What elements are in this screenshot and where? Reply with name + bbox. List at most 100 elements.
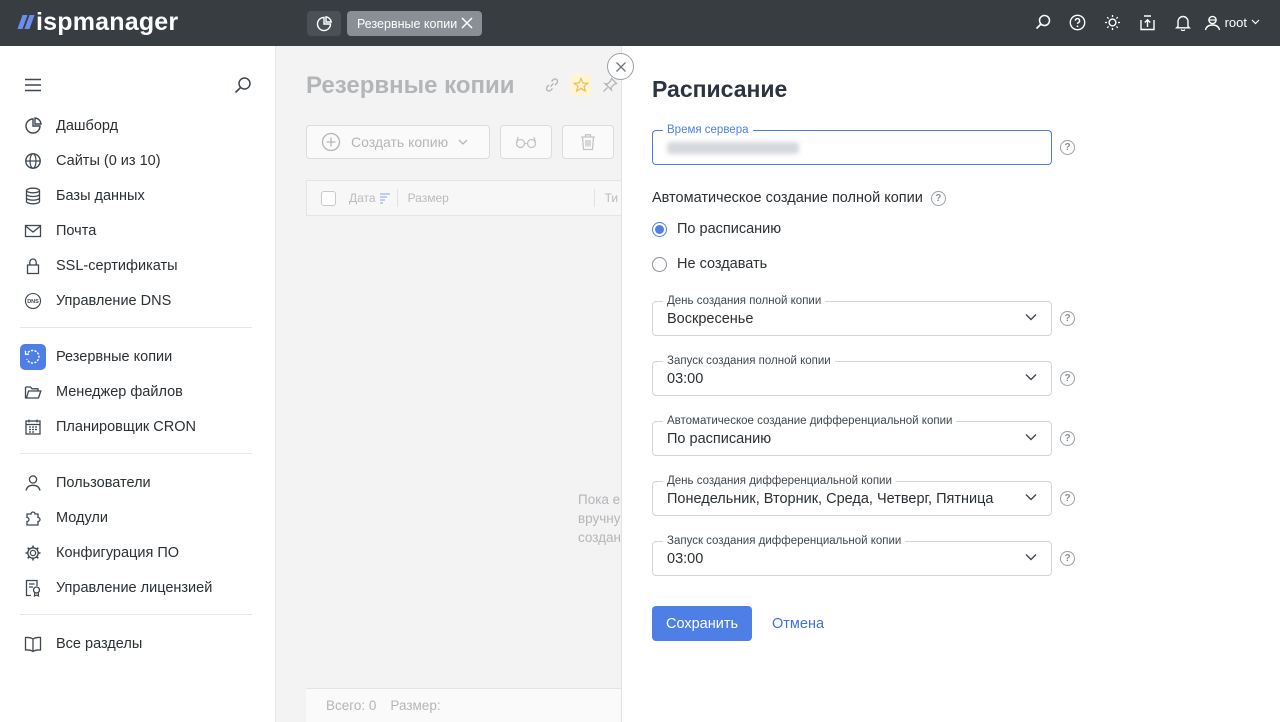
field-value: 03:00	[667, 371, 704, 387]
table-header: Дата Размер Ти	[306, 180, 621, 216]
tab-backups[interactable]: Резервные копии	[347, 11, 482, 36]
sidebar-item-label: Планировщик CRON	[56, 419, 196, 435]
sidebar-item-label: Модули	[56, 510, 108, 526]
radio-by-schedule[interactable]: По расписанию	[652, 221, 781, 237]
sidebar-item-ssl[interactable]: SSL-сертификаты	[20, 251, 260, 281]
help-icon[interactable]: ?	[1060, 491, 1075, 506]
chevron-down-icon	[1251, 19, 1260, 25]
app-logo[interactable]: ispmanager	[17, 7, 179, 36]
user-name: root	[1224, 14, 1247, 30]
field-label: День создания дифференциальной копии	[663, 474, 896, 488]
sidebar-item-license[interactable]: Управление лицензией	[20, 573, 260, 603]
lock-icon	[20, 253, 46, 279]
dns-icon: DNS	[20, 288, 46, 314]
field-label: День создания полной копии	[663, 294, 826, 308]
help-icon[interactable]: ?	[1060, 311, 1075, 326]
create-backup-label: Создать копию	[351, 134, 449, 150]
radio-dot	[652, 256, 667, 272]
field-value: 03:00	[667, 551, 704, 567]
diff-backup-auto-select[interactable]: Автоматическое создание дифференциальной…	[652, 414, 1052, 456]
sidebar-item-label: Конфигурация ПО	[56, 545, 180, 561]
folder-icon	[20, 379, 46, 405]
chevron-down-icon	[1025, 494, 1037, 501]
link-icon[interactable]	[544, 77, 560, 93]
sidebar-item-label: Резервные копии	[56, 349, 173, 365]
user-menu[interactable]: root	[1204, 14, 1260, 31]
sidebar-item-software-config[interactable]: Конфигурация ПО	[20, 538, 260, 568]
sidebar-item-dashboard[interactable]: Дашборд	[20, 111, 260, 141]
delete-button[interactable]	[562, 125, 614, 159]
sidebar-item-mail[interactable]: Почта	[20, 216, 260, 246]
sidebar-divider	[20, 327, 252, 328]
empty-state-text: Пока е вручну создан	[578, 492, 621, 545]
column-date[interactable]: Дата	[349, 191, 376, 205]
chevron-down-icon	[1025, 314, 1037, 321]
search-icon[interactable]	[1033, 12, 1053, 32]
diff-backup-time-select[interactable]: Запуск создания дифференциальной копии 0…	[652, 534, 1052, 576]
help-icon[interactable]: ?	[1060, 140, 1075, 155]
sidebar-item-file-manager[interactable]: Менеджер файлов	[20, 377, 260, 407]
close-panel-button[interactable]	[607, 53, 634, 80]
sidebar: Дашборд Сайты (0 из 10) Базы данных Почт…	[0, 46, 276, 722]
sidebar-search-icon[interactable]	[234, 76, 252, 94]
page-title: Резервные копии	[306, 72, 515, 99]
radio-do-not-create[interactable]: Не создавать	[652, 256, 767, 272]
gear-icon	[20, 540, 46, 566]
main-content: Резервные копии Создать копию Дата Разме…	[276, 46, 621, 722]
create-backup-button[interactable]: Создать копию	[306, 125, 490, 159]
field-value: Воскресенье	[667, 311, 754, 327]
sort-icon[interactable]	[379, 192, 391, 204]
favorite-star-icon[interactable]	[570, 74, 592, 96]
full-backup-time-select[interactable]: Запуск создания полной копии 03:00	[652, 354, 1052, 396]
save-button[interactable]: Сохранить	[652, 606, 752, 641]
field-value: Понедельник, Вторник, Среда, Четверг, Пя…	[667, 491, 994, 507]
logo-text: ispmanager	[36, 7, 179, 36]
radio-dot	[652, 221, 667, 237]
column-size[interactable]: Размер	[408, 191, 594, 205]
sidebar-item-cron[interactable]: Планировщик CRON	[20, 412, 260, 442]
server-time-value-blurred	[667, 142, 799, 154]
help-icon[interactable]: ?	[1060, 371, 1075, 386]
sidebar-item-label: Пользователи	[56, 475, 151, 491]
radio-by-schedule-label: По расписанию	[677, 221, 782, 237]
chevron-down-icon	[1025, 374, 1037, 381]
server-time-field[interactable]: Время сервера	[652, 123, 1052, 165]
sidebar-item-label: Управление DNS	[56, 293, 172, 309]
glasses-icon	[515, 136, 537, 149]
dashboard-tab-button[interactable]	[307, 11, 341, 36]
tab-backups-label: Резервные копии	[357, 16, 458, 31]
close-tab-icon[interactable]	[460, 16, 474, 30]
sidebar-item-label: Менеджер файлов	[56, 384, 183, 400]
trash-icon	[581, 134, 595, 151]
view-button[interactable]	[500, 125, 552, 159]
sidebar-item-modules[interactable]: Модули	[20, 503, 260, 533]
field-label: Автоматическое создание дифференциальной…	[663, 414, 957, 428]
diff-backup-day-select[interactable]: День создания дифференциальной копии Пон…	[652, 474, 1052, 516]
sidebar-item-databases[interactable]: Базы данных	[20, 181, 260, 211]
close-icon	[615, 61, 626, 72]
field-value: По расписанию	[667, 431, 772, 447]
cancel-button[interactable]: Отмена	[772, 616, 824, 632]
help-icon[interactable]: ?	[1060, 431, 1075, 446]
select-all-checkbox[interactable]	[321, 190, 336, 206]
field-label: Запуск создания дифференциальной копии	[663, 534, 906, 548]
sidebar-item-users[interactable]: Пользователи	[20, 468, 260, 498]
upload-icon[interactable]	[1138, 12, 1158, 32]
sidebar-item-backups[interactable]: Резервные копии	[20, 342, 260, 372]
field-label: Запуск создания полной копии	[663, 354, 835, 368]
help-icon[interactable]: ?	[1060, 551, 1075, 566]
sidebar-item-dns[interactable]: DNS Управление DNS	[20, 286, 260, 316]
plus-circle-icon	[321, 132, 341, 152]
backup-icon	[20, 344, 46, 370]
menu-burger-icon[interactable]	[24, 78, 42, 92]
sidebar-item-sites[interactable]: Сайты (0 из 10)	[20, 146, 260, 176]
bell-icon[interactable]	[1173, 12, 1193, 32]
help-icon[interactable]	[1068, 12, 1088, 32]
help-icon[interactable]: ?	[930, 190, 946, 206]
sidebar-item-all-sections[interactable]: Все разделы	[20, 629, 260, 659]
column-type[interactable]: Ти	[605, 191, 619, 205]
sidebar-item-label: Сайты (0 из 10)	[56, 153, 161, 169]
full-backup-day-select[interactable]: День создания полной копии Воскресенье	[652, 294, 1052, 336]
top-bar: ispmanager Резервные копии root	[0, 0, 1280, 46]
theme-sun-icon[interactable]	[1103, 12, 1123, 32]
